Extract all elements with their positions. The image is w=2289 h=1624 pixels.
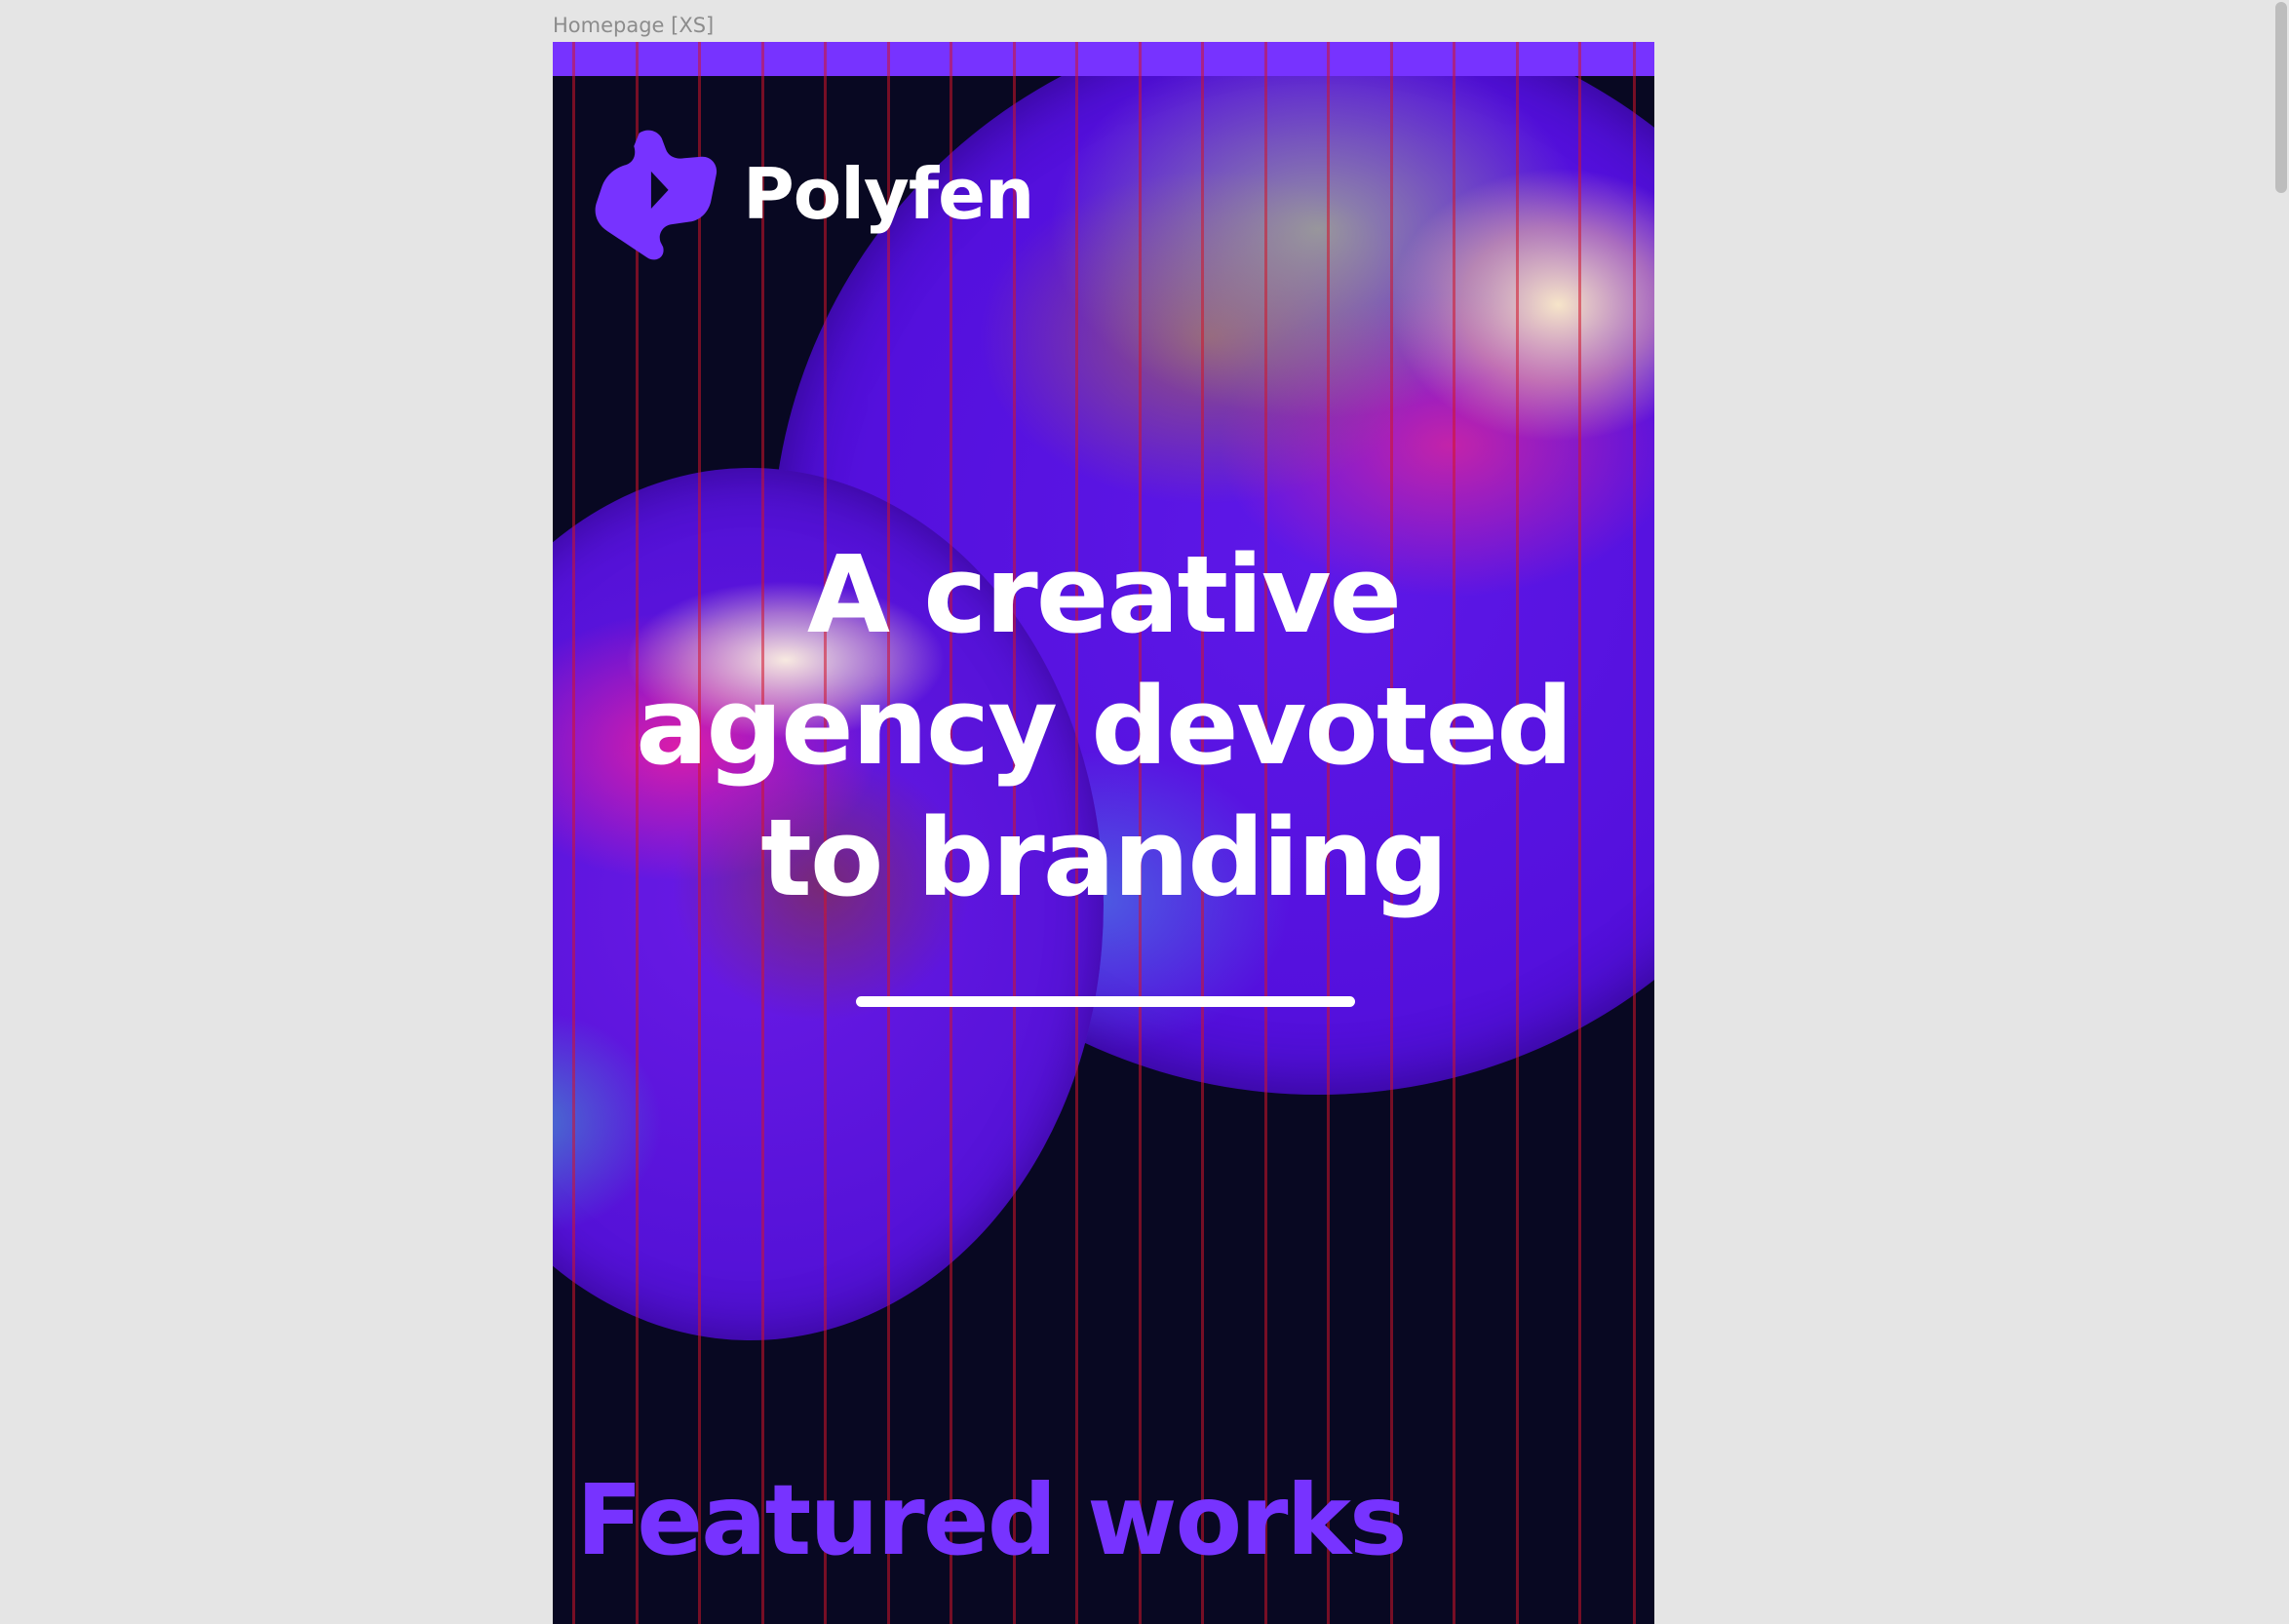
brand-name: Polyfen [743, 153, 1034, 235]
headline-line-1: A creative [806, 532, 1402, 657]
featured-works-title: Featured works [576, 1463, 1408, 1577]
top-accent-bar [553, 42, 1654, 76]
canvas-scrollbar[interactable] [2270, 0, 2289, 1624]
hero-headline: A creative agency devoted to branding [611, 529, 1596, 924]
polyfen-logo-mark-icon [595, 130, 718, 260]
homepage-frame: Polyfen A creative agency devoted to bra… [553, 42, 1654, 1624]
headline-line-3: to branding [760, 795, 1448, 920]
headline-line-2: agency devoted [636, 664, 1573, 789]
frame-label[interactable]: Homepage [XS] [553, 14, 714, 37]
layout-grid-column-line [572, 42, 575, 1624]
canvas-scrollbar-thumb[interactable] [2275, 2, 2287, 193]
headline-underline [856, 996, 1355, 1007]
brand-logo[interactable]: Polyfen [589, 128, 1034, 260]
layout-grid-column-line [1633, 42, 1636, 1624]
